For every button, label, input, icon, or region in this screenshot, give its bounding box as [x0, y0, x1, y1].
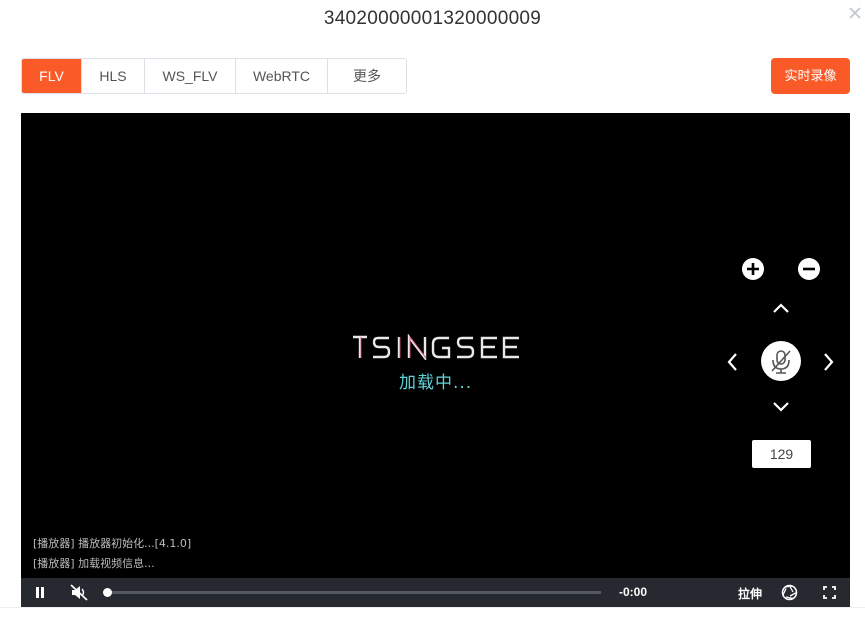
- tab-flv[interactable]: FLV: [22, 59, 81, 93]
- zoom-in-icon[interactable]: [741, 257, 765, 281]
- tab-hls[interactable]: HLS: [81, 59, 144, 93]
- close-icon[interactable]: [848, 6, 862, 20]
- player-log-line: [播放器] 播放器初始化...[4.1.0]: [33, 537, 192, 550]
- ptz-right-icon[interactable]: [821, 352, 835, 372]
- loading-text: 加载中...: [399, 373, 473, 393]
- dialog-title: 34020000001320000009: [323, 8, 542, 29]
- video-player[interactable]: 加载中... [播放器] 播放器初始化...[4.1.0] [播放器] 加载视频…: [21, 113, 850, 607]
- volume-muted-icon[interactable]: [70, 584, 88, 601]
- progress-bar[interactable]: [109, 591, 601, 594]
- ptz-up-icon[interactable]: [772, 301, 790, 315]
- live-record-button[interactable]: 实时录像: [771, 58, 850, 94]
- divider: [0, 607, 865, 608]
- protocol-tabs: FLV HLS WS_FLV WebRTC 更多: [21, 58, 407, 94]
- tsingsee-logo: [353, 334, 519, 360]
- screenshot-shutter-icon[interactable]: [781, 584, 798, 601]
- fullscreen-icon[interactable]: [823, 586, 836, 599]
- tab-ws-flv[interactable]: WS_FLV: [144, 59, 235, 93]
- player-log-line: [播放器] 加载视频信息...: [33, 557, 155, 570]
- ptz-down-icon[interactable]: [772, 400, 790, 414]
- zoom-out-icon[interactable]: [797, 257, 821, 281]
- microphone-muted-icon[interactable]: [760, 340, 802, 382]
- time-display: -0:00: [619, 585, 648, 599]
- progress-handle[interactable]: [103, 588, 112, 597]
- ptz-speed-value[interactable]: 129: [752, 440, 811, 468]
- player-control-bar: -0:00 拉伸: [21, 578, 850, 607]
- stretch-button[interactable]: 拉伸: [738, 585, 762, 602]
- ptz-left-icon[interactable]: [726, 352, 740, 372]
- pause-icon[interactable]: [34, 586, 46, 599]
- tab-more[interactable]: 更多: [327, 59, 406, 93]
- tab-webrtc[interactable]: WebRTC: [235, 59, 327, 93]
